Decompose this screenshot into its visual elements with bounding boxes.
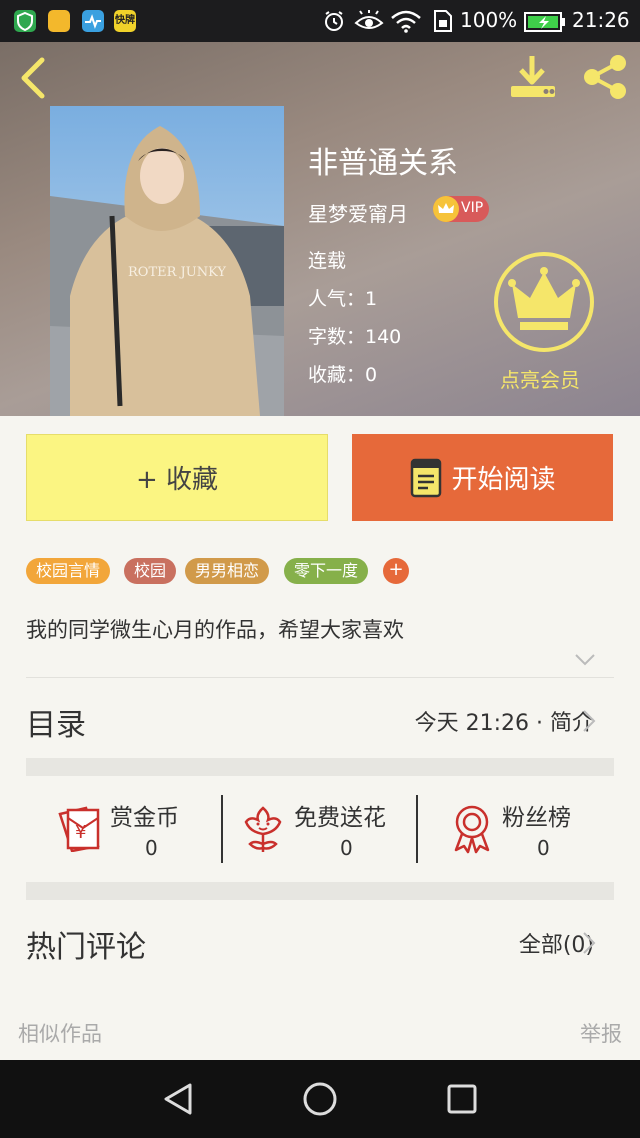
member-label: 点亮会员 [500, 368, 580, 392]
alarm-icon [322, 9, 346, 37]
health-app-icon [82, 10, 104, 32]
back-button[interactable] [16, 56, 52, 100]
tag-campus-romance[interactable]: 校园言情 [26, 558, 111, 584]
rosette-badge-icon [454, 805, 490, 854]
reward-coins-label: 赏金币 [110, 805, 179, 831]
chevron-right-icon[interactable] [582, 709, 596, 733]
book-icon [411, 458, 442, 497]
cover-print-text: ROTER JUNKY [128, 265, 226, 280]
section-separator [26, 758, 614, 776]
author-name[interactable]: 星梦爱甯月 [308, 198, 408, 227]
add-favorite-label: + 收藏 [135, 465, 219, 495]
serial-status: 连载 [308, 250, 347, 272]
free-flowers-value: 0 [340, 836, 353, 860]
battery-charging-icon [524, 11, 566, 37]
chevron-left-icon [21, 57, 45, 99]
fan-ranking-label: 粉丝榜 [502, 805, 571, 831]
gallery-app-icon [48, 10, 70, 32]
free-flowers-label: 免费送花 [294, 805, 386, 831]
start-reading-button[interactable]: 开始阅读 [352, 434, 613, 521]
member-button[interactable]: 点亮会员 [490, 250, 600, 392]
vertical-divider [416, 795, 418, 863]
book-title: 非普通关系 [308, 146, 458, 181]
gold-coin-envelope-icon: ¥ [58, 806, 100, 852]
book-description: 我的同学微生心月的作品，希望大家喜欢 [26, 618, 404, 642]
favorites-count: 收藏：0 [308, 364, 378, 386]
start-reading-label: 开始阅读 [451, 465, 556, 495]
tag-campus[interactable]: 校园 [124, 558, 177, 584]
report-link[interactable]: 举报 [580, 1018, 622, 1048]
recent-apps-icon[interactable] [446, 1083, 478, 1115]
similar-works-tab[interactable]: 相似作品 [18, 1018, 102, 1048]
download-icon [511, 56, 555, 97]
crown-circle-icon [494, 252, 594, 352]
toc-title[interactable]: 目录 [26, 700, 86, 744]
vip-badge-label: VIP [461, 200, 484, 216]
status-bar: 快牌 100% 21:26 [0, 0, 640, 42]
add-tag-button[interactable]: + [383, 558, 409, 584]
back-triangle-icon[interactable] [162, 1082, 194, 1116]
fan-ranking-button[interactable]: 粉丝榜 0 [450, 790, 600, 870]
popularity-count: 人气：1 [308, 288, 378, 310]
svg-text:¥: ¥ [75, 822, 86, 843]
section-separator [26, 882, 614, 900]
tag-below-zero[interactable]: 零下一度 [284, 558, 369, 584]
word-count: 字数：140 [308, 326, 402, 348]
shield-app-icon [14, 10, 36, 32]
eye-comfort-icon [354, 9, 384, 37]
flower-icon [244, 806, 282, 852]
crown-icon [433, 196, 459, 222]
wifi-icon [390, 9, 422, 37]
free-flowers-button[interactable]: 免费送花 0 [242, 790, 412, 870]
chevron-down-icon [575, 654, 595, 666]
reward-coins-button[interactable]: ¥ 赏金币 0 [56, 790, 206, 870]
hot-comments-title: 热门评论 [26, 930, 146, 965]
fan-ranking-value: 0 [537, 836, 550, 860]
chevron-right-icon[interactable] [582, 931, 596, 955]
toc-update-info[interactable]: 今天 21:26 · 简介 [415, 705, 594, 737]
download-button[interactable] [508, 54, 560, 100]
share-button[interactable] [580, 54, 630, 100]
add-favorite-button[interactable]: + 收藏 [26, 434, 328, 521]
reward-coins-value: 0 [145, 836, 158, 860]
home-circle-icon[interactable] [302, 1081, 338, 1117]
vertical-divider [221, 795, 223, 863]
kuaipai-app-icon: 快牌 [114, 10, 136, 32]
tag-bl-romance[interactable]: 男男相恋 [185, 558, 270, 584]
vip-badge: VIP [433, 196, 489, 222]
sim-card-icon [432, 9, 454, 37]
book-cover-image[interactable]: ROTER JUNKY [50, 106, 284, 416]
expand-description-button[interactable] [574, 652, 596, 668]
system-navigation-bar [0, 1060, 640, 1138]
battery-percent: 100% [460, 8, 518, 32]
share-icon [584, 55, 626, 99]
divider [26, 677, 614, 678]
clock: 21:26 [572, 8, 630, 32]
